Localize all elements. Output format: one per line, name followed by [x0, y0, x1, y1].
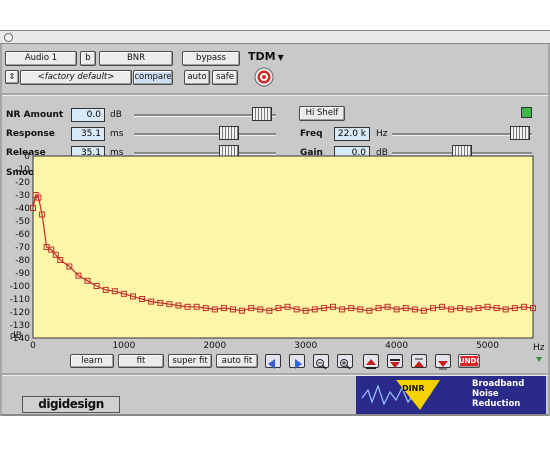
window-title-bar[interactable]	[0, 30, 550, 44]
raise-selected-icon[interactable]	[411, 354, 427, 368]
y-tick-label: 0	[24, 152, 30, 162]
fit-button[interactable]: fit	[118, 354, 164, 368]
track-insert-selector[interactable]: b	[80, 51, 96, 66]
nr-amount-unit: dB	[110, 110, 122, 120]
lower-all-icon[interactable]	[387, 354, 403, 368]
dinr-badge: DINR	[402, 384, 425, 393]
freq-label: Freq	[300, 129, 323, 139]
x-tick-label: 3000	[294, 341, 317, 350]
scroll-marker-icon[interactable]	[536, 357, 542, 362]
response-slider-track[interactable]	[134, 133, 276, 136]
x-axis-unit-label: Hz	[533, 343, 544, 350]
freq-value[interactable]: 22.0 k	[334, 127, 370, 141]
nr-amount-value[interactable]: 0.0	[71, 108, 105, 122]
y-tick-label: -20	[15, 178, 30, 188]
y-tick-label: -130	[10, 321, 31, 331]
filter-type-button[interactable]: Hi Shelf	[299, 106, 345, 121]
safe-button[interactable]: safe	[212, 70, 238, 85]
zoom-out-icon[interactable]	[313, 354, 329, 370]
y-axis-label: dB	[10, 331, 22, 341]
response-value[interactable]: 35.1	[71, 127, 105, 141]
close-box-icon[interactable]	[4, 33, 13, 42]
y-tick-label: -110	[10, 295, 31, 305]
preset-arrows-icon[interactable]: ⇕	[5, 70, 19, 84]
undo-button[interactable]: UNDO	[458, 354, 480, 368]
product-name: Broadband Noise Reduction	[472, 379, 525, 409]
compare-button[interactable]: compare	[133, 70, 173, 85]
divider	[2, 93, 548, 96]
freq-slider-thumb[interactable]	[509, 126, 530, 140]
target-icon[interactable]	[254, 67, 274, 87]
x-tick-label: 5000	[476, 341, 499, 350]
bypass-button[interactable]: bypass	[182, 51, 240, 66]
auto-fit-button[interactable]: auto fit	[216, 354, 258, 368]
filter-enable-led-icon[interactable]	[521, 107, 532, 118]
y-tick-label: -50	[15, 217, 30, 227]
zoom-in-icon[interactable]	[337, 354, 353, 370]
preset-selector[interactable]: <factory default>	[20, 70, 132, 85]
dinr-product-logo: DINR Broadband Noise Reduction	[356, 376, 546, 414]
plugin-selector[interactable]: BNR	[99, 51, 173, 66]
y-tick-label: -70	[15, 243, 30, 253]
response-slider-thumb[interactable]	[219, 126, 240, 140]
y-tick-label: -80	[15, 256, 30, 266]
x-tick-label: 0	[30, 341, 36, 350]
y-tick-label: -10	[15, 165, 30, 175]
y-tick-label: -60	[15, 230, 30, 240]
dropdown-arrow-icon[interactable]: ▼	[278, 53, 284, 62]
lower-selected-icon[interactable]	[435, 354, 451, 370]
y-tick-label: -90	[15, 269, 30, 279]
scroll-right-icon[interactable]	[289, 354, 305, 369]
y-tick-label: -100	[10, 282, 31, 292]
y-tick-label: -120	[10, 308, 31, 318]
x-tick-label: 1000	[112, 341, 135, 350]
automation-button[interactable]: auto	[184, 70, 210, 85]
nr-amount-slider-thumb[interactable]	[252, 107, 273, 121]
super-fit-button[interactable]: super fit	[168, 354, 212, 368]
scroll-left-icon[interactable]	[265, 354, 281, 369]
freq-unit: Hz	[376, 129, 388, 139]
response-label: Response	[6, 129, 55, 139]
raise-all-icon[interactable]	[363, 354, 379, 369]
track-selector[interactable]: Audio 1	[5, 51, 77, 66]
platform-label: TDM ▼	[248, 50, 284, 63]
nr-amount-label: NR Amount	[6, 110, 64, 120]
digidesign-logo: digidesign	[22, 396, 120, 413]
x-tick-label: 4000	[385, 341, 408, 350]
y-tick-label: -40	[15, 204, 30, 214]
y-tick-label: -30	[15, 191, 30, 201]
response-unit: ms	[110, 129, 124, 139]
learn-button[interactable]: learn	[70, 354, 114, 368]
x-tick-label: 2000	[203, 341, 226, 350]
noise-profile-graph[interactable]: 0 -10 -20 -30 -40 -50 -60 -70 -80 -90 -100 -110 -120…	[6, 152, 544, 350]
